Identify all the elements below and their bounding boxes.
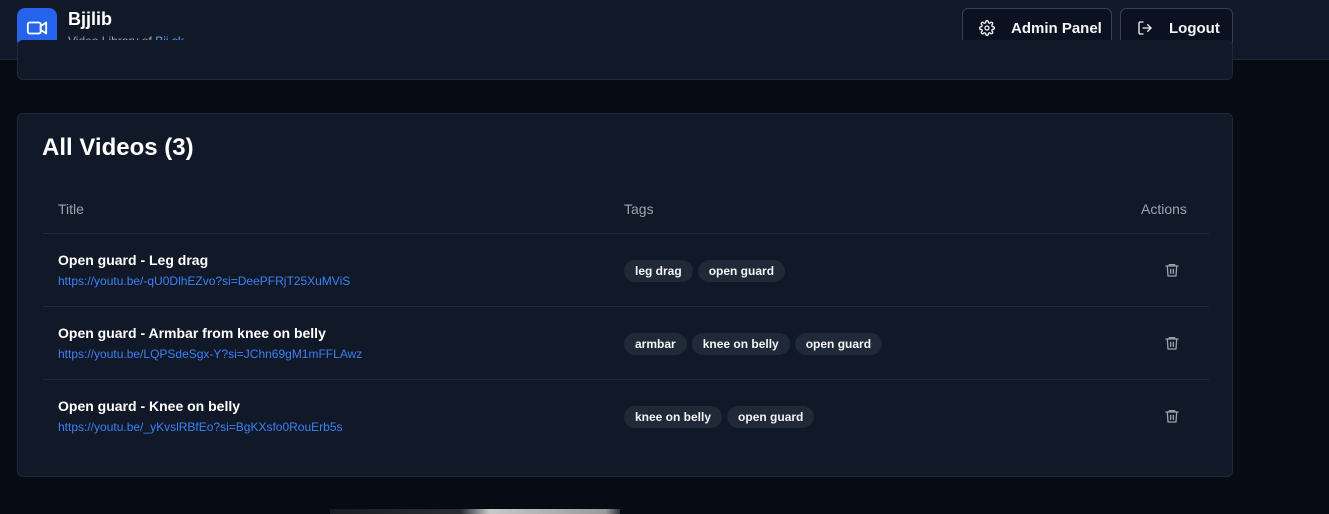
video-title: Open guard - Leg drag (58, 252, 209, 268)
tag-badge: knee on belly (691, 333, 790, 355)
admin-panel-label: Admin Panel (1011, 19, 1102, 37)
tag-badge: open guard (727, 406, 815, 428)
video-title: Open guard - Knee on belly (58, 398, 241, 414)
previous-card (17, 40, 1233, 80)
tag-badge: open guard (697, 260, 786, 282)
videos-card: All Videos (3) Title Tags Actions Open g… (17, 113, 1233, 477)
trash-icon[interactable] (1164, 408, 1180, 424)
tag-list: leg drag open guard (624, 260, 786, 282)
videos-heading: All Videos (3) (42, 134, 194, 161)
trash-icon[interactable] (1164, 262, 1180, 278)
video-title: Open guard - Armbar from knee on belly (58, 325, 326, 341)
video-thumbnail-strip (330, 509, 620, 514)
tag-badge: armbar (624, 333, 687, 355)
logout-icon (1137, 19, 1155, 37)
video-camera-icon (26, 21, 48, 35)
table-row: Open guard - Leg drag https://youtu.be/-… (43, 233, 1209, 306)
tag-badge: knee on belly (624, 406, 723, 428)
tag-list: knee on belly open guard (624, 406, 815, 428)
video-link[interactable]: https://youtu.be/LQPSdeSgx-Y?si=JChn69gM… (58, 347, 362, 361)
video-link[interactable]: https://youtu.be/-qU0DlhEZvo?si=DeePFRjT… (58, 274, 350, 288)
column-header-tags: Tags (624, 201, 654, 217)
tag-list: armbar knee on belly open guard (624, 333, 883, 355)
video-link[interactable]: https://youtu.be/_yKvslRBfEo?si=BgKXsfo0… (58, 420, 343, 434)
tag-badge: leg drag (624, 260, 693, 282)
table-row: Open guard - Armbar from knee on belly h… (43, 306, 1209, 379)
logout-label: Logout (1169, 19, 1220, 37)
table-row: Open guard - Knee on belly https://youtu… (43, 379, 1209, 452)
gear-icon (979, 19, 997, 37)
trash-icon[interactable] (1164, 335, 1180, 351)
app-title: Bjjlib (68, 9, 112, 29)
tag-badge: open guard (794, 333, 883, 355)
column-header-title: Title (58, 201, 84, 217)
column-header-actions: Actions (1141, 201, 1187, 217)
